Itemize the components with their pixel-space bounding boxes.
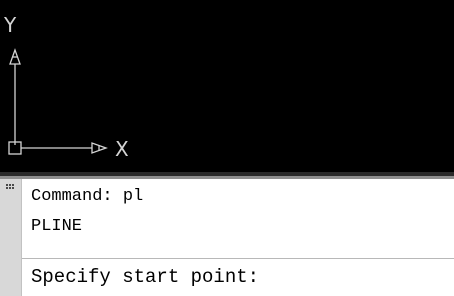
ucs-icon: Y X <box>3 13 129 161</box>
command-history-line: Command: pl <box>31 187 144 206</box>
command-window-grip[interactable] <box>0 179 22 296</box>
command-prompt: Specify start point: <box>31 266 260 288</box>
command-window[interactable]: Command: pl PLINE Specify start point: <box>0 179 454 296</box>
drawing-canvas[interactable]: Y X <box>0 0 454 172</box>
command-history-line: PLINE <box>31 217 83 236</box>
ucs-y-label: Y <box>3 13 17 37</box>
command-input[interactable]: Specify start point: <box>22 258 454 296</box>
drag-grip-icon <box>6 184 16 190</box>
ucs-x-label: X <box>115 137 129 161</box>
